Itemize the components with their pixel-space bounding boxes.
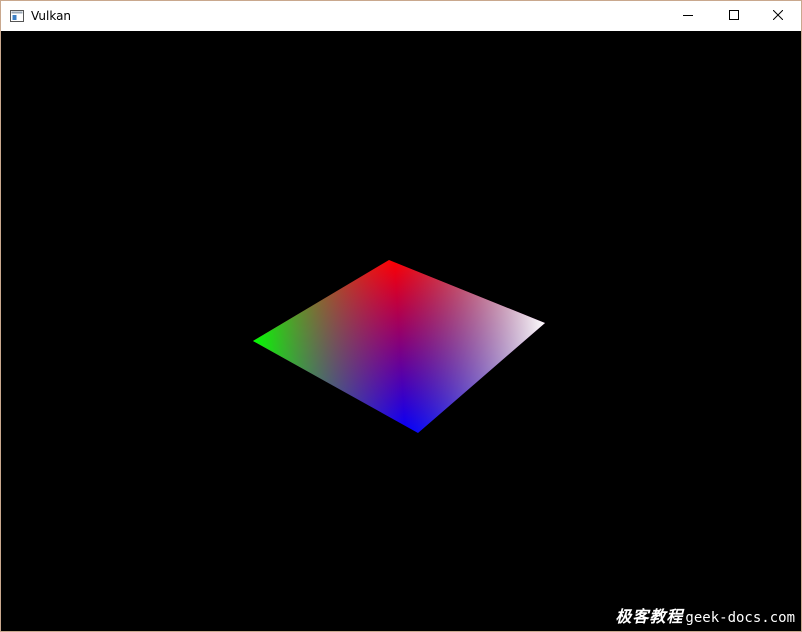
- app-window: Vulkan 极客教程 geek-docs.com: [0, 0, 802, 632]
- watermark-site-text: geek-docs.com: [685, 610, 795, 626]
- close-button[interactable]: [755, 1, 801, 31]
- render-canvas: [253, 260, 545, 433]
- minimize-icon: [683, 7, 693, 25]
- colored-quad: [253, 260, 545, 433]
- window-app-icon[interactable]: [10, 9, 24, 22]
- watermark: 极客教程 geek-docs.com: [615, 603, 795, 627]
- minimize-button[interactable]: [665, 1, 711, 31]
- close-icon: [772, 7, 784, 25]
- maximize-button[interactable]: [711, 1, 757, 31]
- window-title: Vulkan: [31, 9, 72, 23]
- watermark-chinese-text: 极客教程: [615, 607, 684, 626]
- render-viewport[interactable]: 极客教程 geek-docs.com: [1, 31, 801, 631]
- title-bar[interactable]: Vulkan: [1, 1, 801, 31]
- maximize-icon: [729, 7, 739, 25]
